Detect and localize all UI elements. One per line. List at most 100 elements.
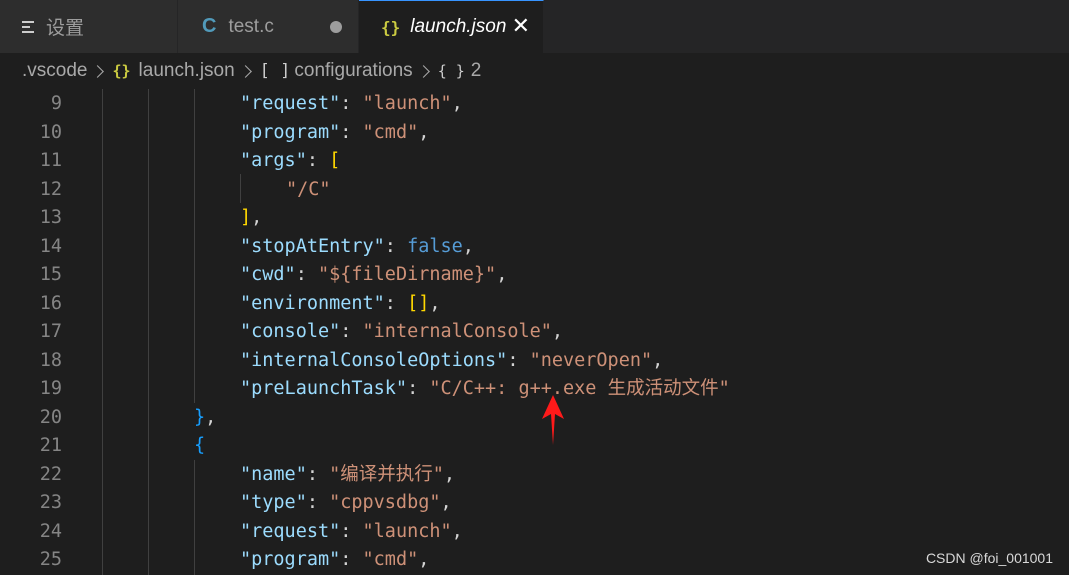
close-tab-icon[interactable]: ✕: [512, 14, 530, 38]
code-text: },: [194, 404, 216, 433]
code-token: :: [340, 321, 363, 342]
tab-launch-json[interactable]: {} launch.json ✕: [359, 0, 544, 53]
code-token: ,: [551, 321, 564, 342]
code-text: "preLaunchTask": "C/C++: g++.exe 生成活动文件": [240, 375, 730, 404]
code-token: :: [384, 235, 408, 257]
chevron-right-icon: [416, 64, 430, 78]
code-line[interactable]: 23 "type": "cppvsdbg",: [0, 489, 1069, 518]
code-token: :: [306, 463, 330, 485]
code-token: "neverOpen": [529, 349, 653, 371]
code-token: :: [340, 520, 363, 542]
line-number: 16: [39, 292, 62, 314]
line-number: 15: [39, 264, 62, 285]
code-token: false: [407, 235, 463, 257]
code-token: ,: [451, 520, 463, 542]
code-token: "name": [240, 463, 307, 485]
object-braces-icon: { }: [437, 62, 465, 80]
code-line[interactable]: 16 "environment": [],: [0, 290, 1069, 319]
code-line[interactable]: 12 "/C": [0, 176, 1069, 205]
line-number: 9: [50, 93, 62, 114]
code-line[interactable]: 17 "console": "internalConsole",: [0, 318, 1069, 347]
code-token: "program": [240, 549, 341, 570]
code-line[interactable]: 14 "stopAtEntry": false,: [0, 233, 1069, 262]
code-text: "console": "internalConsole",: [240, 318, 563, 347]
settings-lines-icon: [22, 20, 34, 33]
code-token: ,: [443, 463, 456, 485]
breadcrumb-configurations[interactable]: configurations: [294, 60, 412, 82]
code-token: ,: [429, 292, 441, 314]
code-line[interactable]: 9 "request": "launch",: [0, 90, 1069, 119]
code-line[interactable]: 22 "name": "编译并执行",: [0, 461, 1069, 490]
code-text: "/C": [286, 176, 331, 205]
code-token: "type": [240, 492, 307, 513]
code-token: "environment": [240, 292, 385, 314]
code-token: :: [306, 150, 330, 171]
code-line[interactable]: 18 "internalConsoleOptions": "neverOpen",: [0, 347, 1069, 376]
chevron-right-icon: [238, 64, 252, 78]
code-line[interactable]: 20},: [0, 404, 1069, 433]
line-number: 21: [39, 435, 62, 456]
code-text: "request": "launch",: [240, 518, 463, 547]
code-line[interactable]: 19 "preLaunchTask": "C/C++: g++.exe 生成活动文…: [0, 375, 1069, 404]
tab-settings[interactable]: 设置: [0, 0, 178, 53]
code-line[interactable]: 13],: [0, 204, 1069, 233]
code-text: "internalConsoleOptions": "neverOpen",: [240, 347, 663, 376]
code-line[interactable]: 21 {: [0, 432, 1069, 461]
line-number: 25: [39, 549, 62, 570]
breadcrumb-object-2[interactable]: 2: [471, 60, 482, 82]
code-token: ,: [451, 93, 463, 114]
line-number: 14: [39, 235, 62, 257]
code-token: :: [340, 121, 363, 143]
code-text: "request": "launch",: [240, 90, 463, 119]
code-token: "cmd": [362, 549, 419, 570]
unsaved-dot-icon[interactable]: [330, 21, 342, 33]
breadcrumb-folder[interactable]: .vscode: [22, 60, 87, 82]
line-number: 18: [39, 349, 62, 371]
code-text: "type": "cppvsdbg",: [240, 489, 452, 518]
code-token: ,: [418, 549, 430, 570]
code-line[interactable]: 10 "program": "cmd",: [0, 119, 1069, 148]
breadcrumb-file[interactable]: launch.json: [139, 60, 235, 82]
code-line[interactable]: 11 "args": [: [0, 147, 1069, 176]
code-token: :: [407, 378, 430, 399]
code-line[interactable]: 15 "cwd": "${fileDirname}",: [0, 261, 1069, 290]
code-line[interactable]: 25 "program": "cmd",: [0, 546, 1069, 575]
code-token: "cppvsdbg": [329, 492, 441, 513]
annotation-arrow-icon: [542, 395, 564, 445]
code-text: "program": "cmd",: [240, 119, 429, 148]
breadcrumb: .vscode {} launch.json [ ] configuration…: [0, 53, 1069, 89]
code-line[interactable]: 24 "request": "launch",: [0, 518, 1069, 547]
line-number: 10: [39, 121, 62, 143]
line-number: 22: [39, 463, 62, 485]
code-token: ,: [462, 235, 474, 257]
code-text: "stopAtEntry": false,: [240, 233, 474, 262]
array-brackets-icon: [ ]: [259, 61, 291, 81]
code-editor[interactable]: 9 "request": "launch", 10 "program": "cmd",…: [0, 89, 1069, 575]
tab-test-c[interactable]: C test.c: [178, 0, 359, 53]
code-token: "internalConsole": [362, 321, 552, 342]
line-number: 24: [39, 520, 62, 542]
code-token: "launch": [362, 93, 452, 114]
chevron-right-icon: [91, 64, 105, 78]
line-number: 20: [39, 406, 62, 428]
code-token: ,: [205, 406, 217, 428]
code-token: "C/C++: g++.exe 生成活动文件": [429, 378, 730, 399]
tab-settings-label: 设置: [46, 18, 85, 39]
code-token: }: [194, 406, 206, 428]
line-number: 13: [39, 207, 62, 228]
watermark: CSDN @foi_001001: [925, 550, 1053, 566]
code-token: "preLaunchTask": [240, 378, 408, 399]
code-token: ]: [240, 207, 252, 228]
code-text: "name": "编译并执行",: [240, 461, 455, 490]
code-token: ,: [496, 264, 508, 285]
code-token: {: [194, 435, 206, 456]
code-token: "program": [240, 121, 341, 143]
code-token: :: [295, 264, 318, 285]
line-number: 19: [39, 378, 62, 399]
code-token: "cwd": [240, 264, 296, 285]
code-token: "/C": [286, 178, 331, 200]
c-file-icon: C: [202, 15, 217, 37]
code-text: "program": "cmd",: [240, 546, 429, 575]
json-braces-icon: {}: [112, 62, 131, 80]
code-text: ],: [240, 204, 262, 233]
